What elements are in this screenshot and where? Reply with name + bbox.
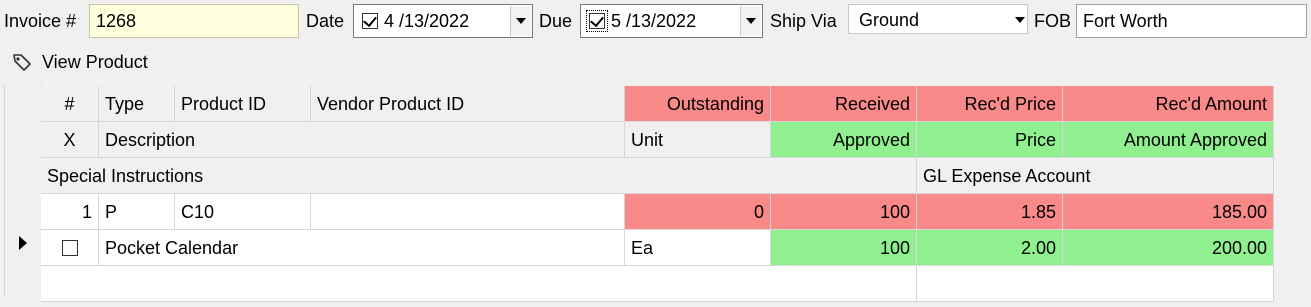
col-header-recd-amount[interactable]: Rec'd Amount xyxy=(1063,86,1274,122)
cell-price[interactable]: 2.00 xyxy=(917,230,1063,266)
line-items-grid[interactable]: # Type Product ID Vendor Product ID Outs… xyxy=(4,84,1308,302)
col-header-type[interactable]: Type xyxy=(99,86,175,122)
due-enabled-checkbox[interactable] xyxy=(586,10,608,32)
col-header-gl-expense-account[interactable]: GL Expense Account xyxy=(917,158,1274,194)
ship-via-select[interactable]: Ground xyxy=(848,4,1028,34)
col-header-description[interactable]: Description xyxy=(99,122,625,158)
date-enabled-checkbox[interactable] xyxy=(362,12,378,29)
invoice-label: Invoice # xyxy=(4,11,77,31)
chevron-down-icon xyxy=(746,18,756,24)
ship-via-value: Ground xyxy=(859,10,920,30)
tag-icon xyxy=(13,54,31,71)
col-header-outstanding[interactable]: Outstanding xyxy=(625,86,771,122)
cell-received[interactable]: 100 xyxy=(771,194,917,230)
cell-special-instructions[interactable] xyxy=(41,266,917,302)
col-header-price[interactable]: Price xyxy=(917,122,1063,158)
cell-number[interactable]: 1 xyxy=(41,194,99,230)
col-header-product-id[interactable]: Product ID xyxy=(175,86,311,122)
cell-recd-price[interactable]: 1.85 xyxy=(917,194,1063,230)
cell-recd-amount[interactable]: 185.00 xyxy=(1063,194,1274,230)
due-value: 5 /13/2022 xyxy=(611,11,697,31)
date-dropdown-button[interactable] xyxy=(510,6,531,36)
cell-vendor-product-id[interactable] xyxy=(311,194,625,230)
fob-field[interactable]: Fort Worth xyxy=(1076,4,1307,38)
date-value: 4 /13/2022 xyxy=(384,11,470,31)
invoice-number-field[interactable]: 1268 xyxy=(89,4,299,38)
col-header-received[interactable]: Received xyxy=(771,86,917,122)
due-label: Due xyxy=(539,11,573,31)
row-header-column xyxy=(5,84,42,296)
col-header-number[interactable]: # xyxy=(41,86,99,122)
col-header-unit[interactable]: Unit xyxy=(625,122,771,158)
col-header-special-instructions[interactable]: Special Instructions xyxy=(41,158,917,194)
cell-product-id[interactable]: C10 xyxy=(175,194,311,230)
cell-gl-expense-account[interactable] xyxy=(917,266,1274,302)
row-checkbox[interactable] xyxy=(62,240,78,256)
cell-outstanding[interactable]: 0 xyxy=(625,194,771,230)
current-row-indicator-icon xyxy=(19,236,27,250)
ship-via-label: Ship Via xyxy=(770,11,837,31)
date-picker[interactable]: 4 /13/2022 xyxy=(353,4,533,38)
due-dropdown-button[interactable] xyxy=(740,6,761,36)
date-label: Date xyxy=(306,11,345,31)
view-product-label: View Product xyxy=(42,52,148,72)
cell-approved[interactable]: 100 xyxy=(771,230,917,266)
due-date-picker[interactable]: 5 /13/2022 xyxy=(580,4,763,38)
cell-x[interactable] xyxy=(41,230,99,266)
chevron-down-icon xyxy=(516,18,526,24)
col-header-vendor-product-id[interactable]: Vendor Product ID xyxy=(311,86,625,122)
col-header-x[interactable]: X xyxy=(41,122,99,158)
cell-unit[interactable]: Ea xyxy=(625,230,771,266)
chevron-down-icon[interactable] xyxy=(1015,17,1025,23)
col-header-amount-approved[interactable]: Amount Approved xyxy=(1063,122,1274,158)
col-header-recd-price[interactable]: Rec'd Price xyxy=(917,86,1063,122)
fob-label: FOB xyxy=(1034,11,1072,31)
cell-amount-approved[interactable]: 200.00 xyxy=(1063,230,1274,266)
col-header-approved[interactable]: Approved xyxy=(771,122,917,158)
cell-type[interactable]: P xyxy=(99,194,175,230)
cell-description[interactable]: Pocket Calendar xyxy=(99,230,625,266)
